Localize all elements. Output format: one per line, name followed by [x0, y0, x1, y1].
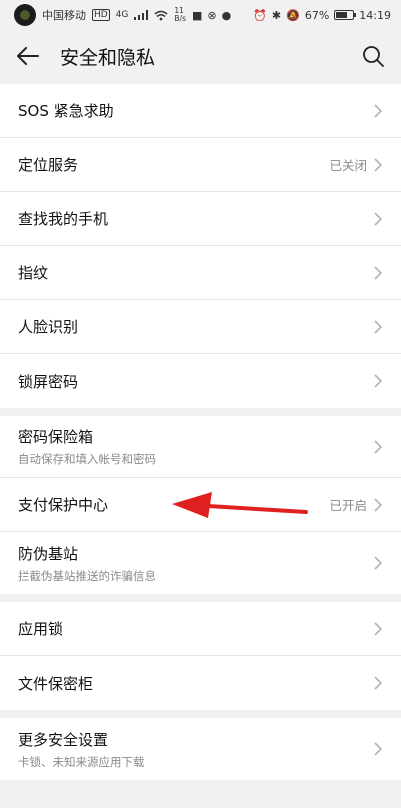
network-speed: 11 B/s: [174, 6, 186, 23]
row-app-lock[interactable]: 应用锁: [0, 602, 401, 656]
chevron-right-icon: [374, 742, 383, 756]
chevron-right-icon: [374, 676, 383, 690]
hd-badge: HD: [92, 9, 110, 21]
row-anti-fake-base-station[interactable]: 防伪基站 拦截伪基站推送的诈骗信息: [0, 532, 401, 594]
chevron-right-icon: [374, 556, 383, 570]
app-notification-icon: ●: [221, 8, 232, 22]
chevron-right-icon: [374, 439, 383, 454]
row-label: 支付保护中心: [18, 496, 109, 514]
row-label: 指纹: [18, 264, 49, 282]
alarm-icon: ⏰: [253, 8, 267, 22]
row-subtitle: 自动保存和填入帐号和密码: [18, 452, 156, 466]
row-label: SOS 紧急求助: [18, 102, 114, 120]
row-label: 密码保险箱: [18, 428, 94, 446]
square-notification-icon: ■: [192, 8, 203, 22]
chevron-right-icon: [374, 319, 383, 334]
chevron-right-icon: [374, 497, 383, 512]
row-subtitle: 卡锁、未知来源应用下载: [18, 754, 145, 769]
red-annotation-arrow-icon: [172, 492, 308, 518]
bluetooth-icon: ✱: [271, 8, 282, 22]
chevron-right-icon: [374, 621, 383, 636]
row-value: 已关闭: [329, 158, 367, 173]
chevron-right-icon: [374, 374, 383, 388]
row-location-service[interactable]: 定位服务 已关闭: [0, 138, 401, 192]
row-face-recognition[interactable]: 人脸识别: [0, 300, 401, 354]
row-label: 文件保密柜: [18, 674, 94, 693]
battery-percent: 67%: [304, 8, 330, 22]
back-arrow-icon[interactable]: [14, 42, 42, 70]
row-sos[interactable]: SOS 紧急求助: [0, 84, 401, 138]
row-label: 锁屏密码: [18, 372, 79, 391]
row-label: 更多安全设置: [18, 730, 109, 749]
row-more-security-settings[interactable]: 更多安全设置 卡锁、未知来源应用下载: [0, 718, 401, 780]
notification-avatar-icon: [14, 4, 36, 26]
row-label: 应用锁: [18, 620, 64, 638]
status-time: 14:19: [359, 8, 391, 22]
chevron-right-icon: [374, 157, 383, 172]
row-label: 人脸识别: [18, 318, 79, 336]
network-type: 4G: [115, 10, 129, 20]
row-password-vault[interactable]: 密码保险箱 自动保存和填入帐号和密码: [0, 416, 401, 478]
status-bar: 中国移动 HD 4G 11 B/s ■ ⊗ ● ⏰ ✱ 🔕 67% 14:19: [0, 0, 401, 30]
row-subtitle: 拦截伪基站推送的诈骗信息: [18, 568, 156, 583]
row-value: 已开启: [329, 498, 367, 513]
app-bar: 安全和隐私: [0, 30, 401, 82]
search-icon[interactable]: [359, 42, 387, 70]
wifi-icon: [154, 10, 168, 20]
row-find-my-phone[interactable]: 查找我的手机: [0, 192, 401, 246]
settings-group-3: 应用锁 文件保密柜: [0, 602, 401, 710]
battery-icon: [334, 10, 357, 20]
mute-icon: 🔕: [286, 8, 300, 22]
chevron-right-icon: [374, 211, 383, 226]
row-label: 查找我的手机: [18, 210, 109, 228]
row-lock-screen-password[interactable]: 锁屏密码: [0, 354, 401, 408]
signal-icon: [134, 10, 149, 20]
settings-group-4: 更多安全设置 卡锁、未知来源应用下载: [0, 718, 401, 780]
row-file-safe[interactable]: 文件保密柜: [0, 656, 401, 710]
chevron-right-icon: [374, 265, 383, 280]
row-label: 防伪基站: [18, 544, 79, 563]
row-label: 定位服务: [18, 156, 79, 174]
row-fingerprint[interactable]: 指纹: [0, 246, 401, 300]
carrier-name: 中国移动: [42, 9, 86, 22]
page-title: 安全和隐私: [60, 46, 156, 69]
close-circle-icon: ⊗: [207, 8, 217, 22]
settings-group-1: SOS 紧急求助 定位服务 已关闭 查找我的手机 指纹 人脸识别 锁屏密码: [0, 84, 401, 408]
chevron-right-icon: [374, 103, 383, 118]
